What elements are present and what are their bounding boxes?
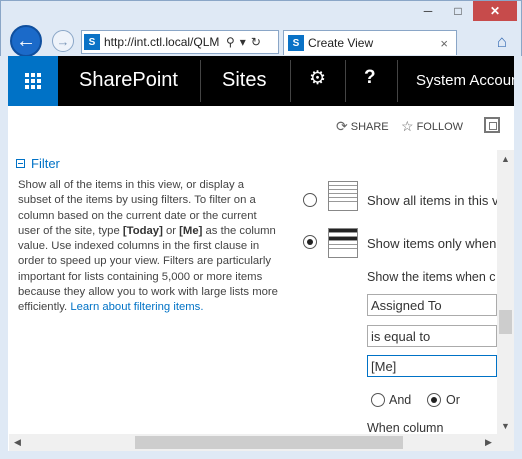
filter-heading[interactable]: Filter (16, 156, 60, 171)
waffle-icon (25, 73, 41, 89)
show-all-label: Show all items in this v (367, 193, 497, 208)
divider (345, 60, 346, 102)
minimize-button[interactable]: ─ (413, 1, 443, 21)
vertical-scrollbar[interactable]: ▲ ▼ (497, 150, 514, 434)
tab-title: Create View (308, 36, 374, 50)
share-label: SHARE (350, 120, 389, 133)
when-column-label: When column (367, 421, 444, 435)
filtered-view-icon (328, 228, 358, 258)
column-select[interactable]: Assigned To (367, 294, 497, 316)
filter-value-input[interactable]: [Me] (367, 355, 497, 377)
address-bar[interactable]: S http://int.ctl.local/QLM ⚲ ▾ ↻ (81, 30, 279, 54)
show-filtered-radio[interactable] (303, 235, 317, 249)
share-button[interactable]: ⟳ SHARE (336, 118, 389, 135)
filter-section: Filter Show all of the items in this vie… (9, 150, 497, 436)
or-label: Or (446, 393, 460, 407)
close-button[interactable]: ✕ (473, 1, 517, 21)
divider (397, 60, 398, 102)
and-radio[interactable] (371, 393, 385, 407)
or-radio[interactable] (427, 393, 441, 407)
filter-heading-label: Filter (31, 156, 60, 171)
divider (200, 60, 201, 102)
filter-description: Show all of the items in this view, or d… (18, 178, 280, 316)
divider (290, 60, 291, 102)
all-items-view-icon (328, 181, 358, 211)
suite-bar: SharePoint Sites ⚙ ? System Accoun (0, 56, 522, 106)
share-icon: ⟳ (336, 118, 348, 134)
collapse-icon (16, 159, 25, 168)
browser-chrome: ─ □ ✕ ← → S http://int.ctl.local/QLM ⚲ ▾… (0, 0, 522, 57)
arrow-right-icon: → (56, 33, 70, 49)
scrollbar-corner (497, 434, 514, 451)
desc-me: [Me] (179, 224, 203, 237)
address-text: http://int.ctl.local/QLM (104, 35, 220, 49)
follow-label: FOLLOW (416, 120, 464, 133)
back-button[interactable]: ← (10, 25, 42, 57)
forward-button[interactable]: → (52, 30, 74, 52)
show-filtered-label: Show items only when (367, 236, 497, 251)
maximize-button[interactable]: □ (443, 1, 473, 21)
horizontal-scroll-thumb[interactable] (135, 436, 403, 449)
window-controls: ─ □ ✕ (413, 1, 517, 21)
desc-or: or (162, 224, 180, 237)
help-icon[interactable]: ? (364, 67, 376, 89)
scroll-left-icon[interactable]: ◀ (9, 434, 26, 451)
dropdown-icon[interactable]: ▾ (240, 35, 246, 49)
scroll-up-icon[interactable]: ▲ (497, 150, 514, 167)
desc-today: [Today] (122, 224, 163, 237)
sites-link[interactable]: Sites (222, 69, 266, 92)
app-launcher-button[interactable] (8, 56, 58, 106)
arrow-left-icon: ← (16, 29, 36, 52)
and-label: And (389, 393, 412, 407)
scroll-down-icon[interactable]: ▼ (497, 417, 514, 434)
tab-create-view[interactable]: S Create View × (283, 30, 457, 55)
refresh-icon[interactable]: ↻ (251, 35, 261, 49)
star-icon: ☆ (401, 118, 414, 134)
account-menu[interactable]: System Accoun (416, 72, 519, 89)
gear-icon[interactable]: ⚙ (309, 67, 326, 90)
scroll-right-icon[interactable]: ▶ (480, 434, 497, 451)
sharepoint-favicon-icon: S (288, 35, 304, 51)
focus-mode-icon[interactable] (484, 117, 500, 133)
home-icon[interactable]: ⌂ (497, 32, 507, 52)
horizontal-scrollbar[interactable]: ◀ ▶ (9, 434, 497, 451)
close-tab-icon[interactable]: × (440, 36, 448, 51)
follow-button[interactable]: ☆ FOLLOW (401, 118, 463, 135)
show-when-label: Show the items when c (367, 270, 496, 284)
search-icon[interactable]: ⚲ (226, 35, 235, 49)
sharepoint-favicon-icon: S (84, 34, 100, 50)
learn-filtering-link[interactable]: Learn about filtering items. (70, 301, 203, 313)
show-all-radio[interactable] (303, 193, 317, 207)
operator-select[interactable]: is equal to (367, 325, 497, 347)
brand-title[interactable]: SharePoint (79, 69, 178, 92)
vertical-scroll-thumb[interactable] (499, 310, 512, 334)
